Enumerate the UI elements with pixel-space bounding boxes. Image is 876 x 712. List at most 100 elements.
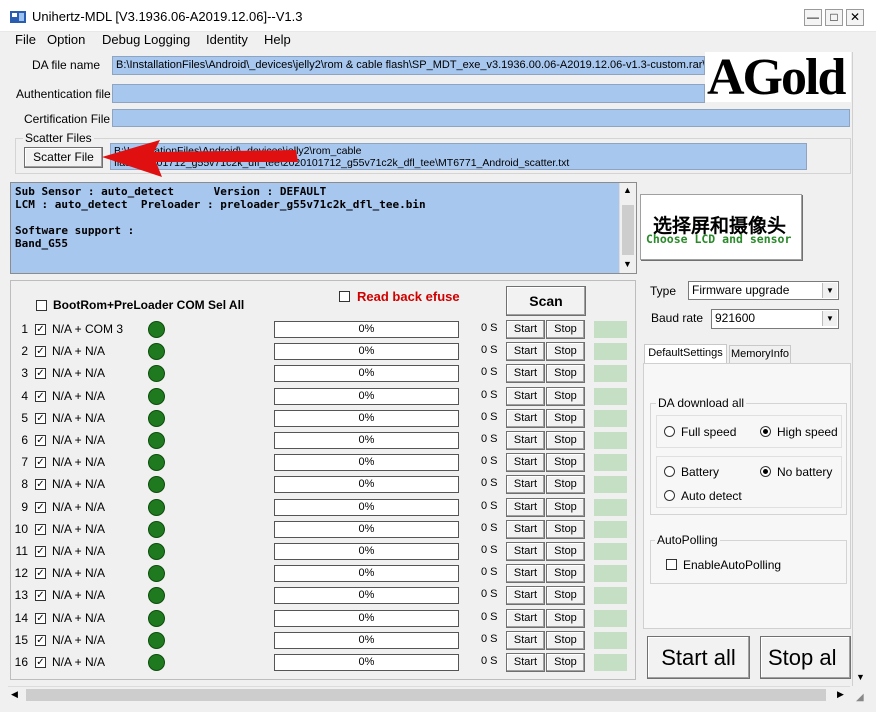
certification-file-field[interactable] xyxy=(112,109,850,127)
maximize-button[interactable]: □ xyxy=(825,9,843,26)
tab-memory-info[interactable]: MemoryInfo xyxy=(729,345,791,364)
port-row-number: 6 xyxy=(21,433,28,447)
authentication-file-field[interactable] xyxy=(112,84,705,103)
close-button[interactable]: ✕ xyxy=(846,9,864,26)
stop-button[interactable]: Stop xyxy=(546,653,585,672)
start-button[interactable]: Start xyxy=(506,520,545,539)
port-checkbox[interactable]: ✓ xyxy=(35,368,46,379)
stop-button[interactable]: Stop xyxy=(546,498,585,517)
type-select[interactable]: Firmware upgrade ▼ xyxy=(688,281,839,300)
stop-button[interactable]: Stop xyxy=(546,409,585,428)
menu-file[interactable]: File xyxy=(15,32,36,50)
scroll-thumb[interactable] xyxy=(622,205,634,255)
high-speed-radio[interactable] xyxy=(760,426,771,437)
port-checkbox[interactable]: ✓ xyxy=(35,524,46,535)
status-box xyxy=(594,343,627,360)
elapsed-time: 0 S xyxy=(481,433,498,445)
stop-button[interactable]: Stop xyxy=(546,609,585,628)
menu-help[interactable]: Help xyxy=(264,32,291,50)
battery-radio[interactable] xyxy=(664,466,675,477)
start-button[interactable]: Start xyxy=(506,364,545,383)
stop-button[interactable]: Stop xyxy=(546,453,585,472)
stop-button[interactable]: Stop xyxy=(546,387,585,406)
scroll-right-icon[interactable]: ▶ xyxy=(837,689,844,700)
elapsed-time: 0 S xyxy=(481,611,498,623)
read-back-efuse-label: Read back efuse xyxy=(357,289,460,304)
start-button[interactable]: Start xyxy=(506,387,545,406)
port-checkbox[interactable]: ✓ xyxy=(35,546,46,557)
status-box xyxy=(594,388,627,405)
elapsed-time: 0 S xyxy=(481,411,498,423)
start-button[interactable]: Start xyxy=(506,453,545,472)
start-button[interactable]: Start xyxy=(506,564,545,583)
port-checkbox[interactable]: ✓ xyxy=(35,457,46,468)
start-button[interactable]: Start xyxy=(506,609,545,628)
port-checkbox[interactable]: ✓ xyxy=(35,568,46,579)
progress-bar: 0% xyxy=(274,343,459,360)
enable-autopolling-checkbox[interactable] xyxy=(666,559,677,570)
minimize-button[interactable]: — xyxy=(804,9,822,26)
hscroll-thumb[interactable] xyxy=(26,689,826,701)
da-file-field[interactable]: B:\InstallationFiles\Android\_devices\je… xyxy=(112,56,705,75)
port-checkbox[interactable]: ✓ xyxy=(35,391,46,402)
menu-option[interactable]: Option xyxy=(47,32,85,50)
start-button[interactable]: Start xyxy=(506,475,545,494)
port-row-number: 12 xyxy=(14,566,28,580)
port-checkbox[interactable]: ✓ xyxy=(35,435,46,446)
start-button[interactable]: Start xyxy=(506,409,545,428)
no-battery-radio[interactable] xyxy=(760,466,771,477)
full-speed-radio[interactable] xyxy=(664,426,675,437)
port-checkbox[interactable]: ✓ xyxy=(35,657,46,668)
scatter-file-button[interactable]: Scatter File xyxy=(24,147,103,168)
port-checkbox[interactable]: ✓ xyxy=(35,590,46,601)
stop-button[interactable]: Stop xyxy=(546,542,585,561)
stop-button[interactable]: Stop xyxy=(546,631,585,650)
scroll-up-icon[interactable]: ▲ xyxy=(623,185,632,195)
horizontal-scrollbar[interactable]: ◀ ▶ xyxy=(8,686,850,703)
stop-button[interactable]: Stop xyxy=(546,520,585,539)
baud-rate-select[interactable]: 921600 ▼ xyxy=(711,309,839,329)
start-button[interactable]: Start xyxy=(506,631,545,650)
scroll-left-icon[interactable]: ◀ xyxy=(11,689,18,700)
start-all-button[interactable]: Start all xyxy=(647,636,750,679)
stop-all-button[interactable]: Stop al xyxy=(760,636,851,679)
port-checkbox[interactable]: ✓ xyxy=(35,613,46,624)
start-button[interactable]: Start xyxy=(506,498,545,517)
stop-button[interactable]: Stop xyxy=(546,431,585,450)
start-button[interactable]: Start xyxy=(506,586,545,605)
tab-default-settings[interactable]: DefaultSettings xyxy=(644,344,727,363)
select-all-checkbox[interactable] xyxy=(36,300,47,311)
menu-identity[interactable]: Identity xyxy=(206,32,248,50)
port-checkbox[interactable]: ✓ xyxy=(35,479,46,490)
start-button[interactable]: Start xyxy=(506,542,545,561)
stop-button[interactable]: Stop xyxy=(546,564,585,583)
stop-button[interactable]: Stop xyxy=(546,364,585,383)
status-dot-icon xyxy=(148,632,165,649)
port-checkbox[interactable]: ✓ xyxy=(35,324,46,335)
start-button[interactable]: Start xyxy=(506,653,545,672)
progress-bar: 0% xyxy=(274,365,459,382)
log-scrollbar[interactable]: ▲ ▼ xyxy=(619,183,636,273)
stop-button[interactable]: Stop xyxy=(546,586,585,605)
port-name: N/A + N/A xyxy=(52,544,106,558)
resize-grip-icon[interactable]: ◢ xyxy=(856,692,864,703)
stop-button[interactable]: Stop xyxy=(546,342,585,361)
port-checkbox[interactable]: ✓ xyxy=(35,635,46,646)
elapsed-time: 0 S xyxy=(481,522,498,534)
menu-debug-logging[interactable]: Debug Logging xyxy=(102,32,190,50)
stop-button[interactable]: Stop xyxy=(546,475,585,494)
stop-button[interactable]: Stop xyxy=(546,320,585,339)
start-button[interactable]: Start xyxy=(506,320,545,339)
port-checkbox[interactable]: ✓ xyxy=(35,413,46,424)
start-button[interactable]: Start xyxy=(506,431,545,450)
scroll-down-icon[interactable]: ▼ xyxy=(852,670,869,684)
read-back-efuse-checkbox[interactable] xyxy=(339,291,350,302)
port-checkbox[interactable]: ✓ xyxy=(35,346,46,357)
scroll-down-icon[interactable]: ▼ xyxy=(623,259,632,269)
choose-lcd-sensor-button[interactable]: 选择屏和摄像头 Choose LCD and sensor xyxy=(640,194,802,260)
scan-button[interactable]: Scan xyxy=(506,286,586,316)
progress-bar: 0% xyxy=(274,610,459,627)
port-checkbox[interactable]: ✓ xyxy=(35,502,46,513)
auto-detect-radio[interactable] xyxy=(664,490,675,501)
start-button[interactable]: Start xyxy=(506,342,545,361)
